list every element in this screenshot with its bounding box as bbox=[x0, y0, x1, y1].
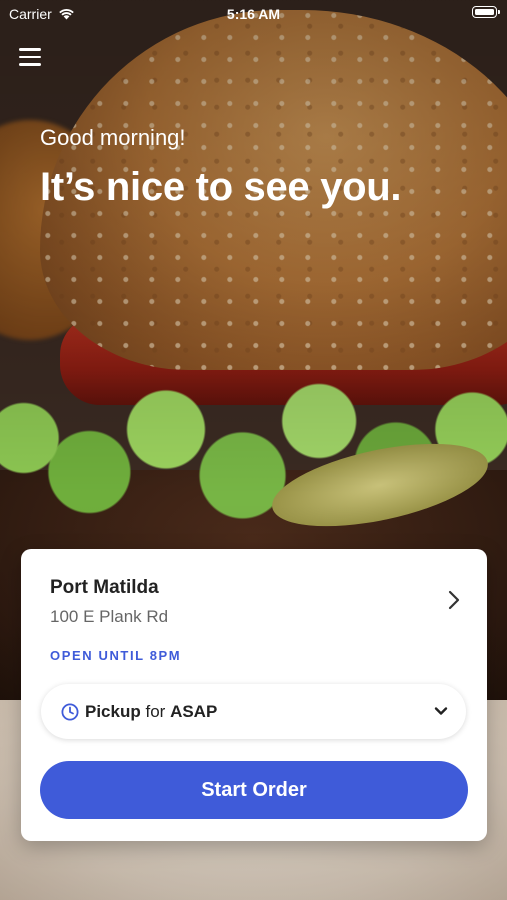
clock-time: 5:16 AM bbox=[226, 6, 281, 22]
pickup-time: ASAP bbox=[170, 701, 218, 721]
chevron-right-icon[interactable] bbox=[443, 589, 465, 611]
status-bar: Carrier 5:16 AM bbox=[0, 0, 507, 28]
clock-icon bbox=[61, 703, 79, 720]
chevron-down-icon bbox=[434, 707, 448, 715]
menu-icon[interactable] bbox=[19, 48, 41, 68]
start-order-button[interactable]: Start Order bbox=[40, 761, 468, 819]
pickup-mode: Pickup bbox=[85, 701, 141, 721]
pickup-time-selector[interactable]: Pickup for ASAP bbox=[41, 684, 466, 739]
store-name: Port Matilda bbox=[50, 577, 159, 598]
store-address: 100 E Plank Rd bbox=[50, 607, 169, 626]
headline-text: It’s nice to see you. bbox=[40, 165, 402, 209]
store-card: Port Matilda 100 E Plank Rd OPEN UNTIL 8… bbox=[21, 549, 487, 841]
battery-icon bbox=[472, 6, 500, 18]
pickup-connector: for bbox=[145, 701, 166, 721]
greeting-text: Good morning! bbox=[40, 125, 186, 150]
store-hours: OPEN UNTIL 8PM bbox=[50, 648, 182, 663]
